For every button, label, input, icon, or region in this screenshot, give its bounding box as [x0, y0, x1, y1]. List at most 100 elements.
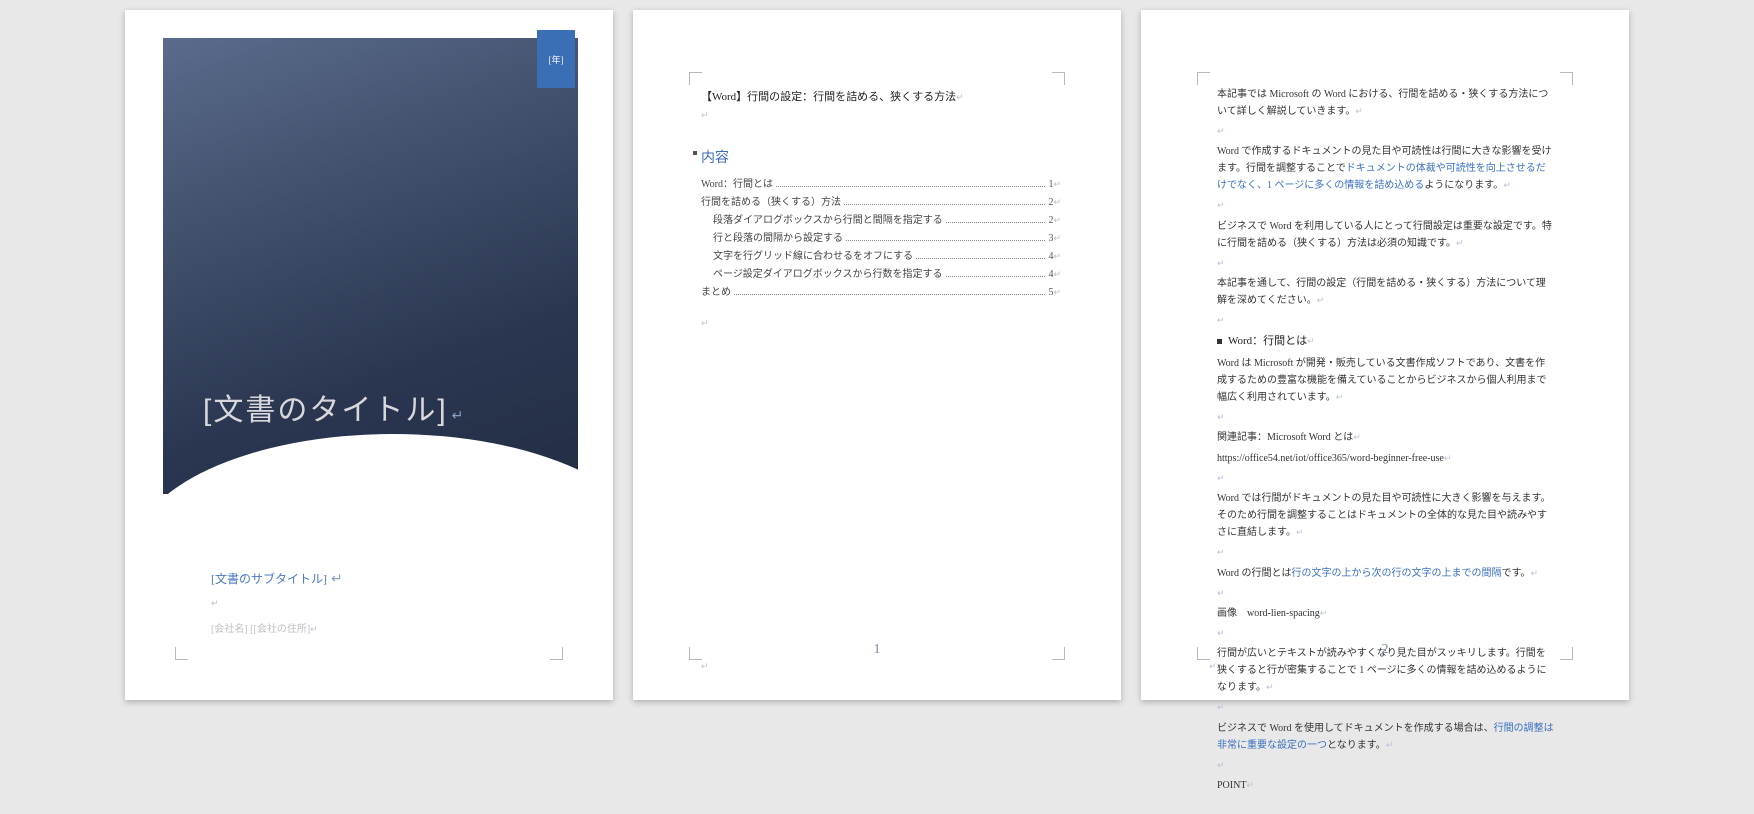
paragraph-mark-icon: ↵: [211, 598, 219, 609]
toc-leader-dots: [916, 258, 1045, 259]
cover-company-text: [会社名] [[会社の住所]: [211, 624, 310, 635]
para: 本記事では Microsoft の Word における、行間を詰める・狭くする方…: [1217, 86, 1555, 120]
page-3-body: 本記事では Microsoft の Word における、行間を詰める・狭くする方…: [1141, 10, 1629, 700]
paragraph-mark-icon: ↵: [1530, 568, 1538, 578]
text: となります。: [1327, 740, 1386, 751]
page2-heading-text: 【Word】行間の設定：行間を詰める、狭くする方法: [701, 91, 956, 103]
toc-entry: 段落ダイアログボックスから行間と間隔を指定する2↵: [701, 211, 1061, 226]
toc-entry-text: まとめ: [701, 283, 731, 298]
text: ようになります。: [1424, 180, 1503, 191]
paragraph-mark-icon: ↵: [956, 92, 964, 102]
toc-entry: ページ設定ダイアログボックスから行数を指定する4↵: [701, 265, 1061, 280]
page-number: 2: [1141, 642, 1629, 658]
para: ビジネスで Word を利用している人にとって行間設定は重要な設定です。特に行間…: [1217, 218, 1555, 252]
text: 本記事では Microsoft の Word における、行間を詰める・狭くする方…: [1217, 89, 1548, 117]
margin-corner-icon: [1560, 72, 1573, 85]
paragraph-mark-icon: ↵: [1320, 608, 1328, 618]
paragraph-mark-icon: ↵: [1217, 545, 1555, 560]
paragraph-mark-icon: ↵: [1217, 586, 1555, 601]
margin-corner-icon: [689, 72, 702, 85]
page-number: 1: [633, 642, 1121, 658]
paragraph-mark-icon: ↵: [1217, 256, 1555, 271]
paragraph-mark-icon: ↵: [1217, 410, 1555, 425]
paragraph-mark-icon: ↵: [701, 661, 709, 672]
toc-entry: 文字を行グリッド線に合わせるをオフにする4↵: [701, 247, 1061, 262]
toc-leader-dots: [846, 240, 1045, 241]
text: 画像 word-lien-spacing: [1217, 608, 1320, 619]
text: です。: [1501, 568, 1530, 579]
heading-text: Word：行間とは: [1228, 335, 1307, 347]
para: POINT↵: [1217, 777, 1555, 794]
toc-entry-text: 文字を行グリッド線に合わせるをオフにする: [713, 247, 913, 262]
cover-company: [会社名] [[会社の住所]↵: [211, 620, 318, 635]
page2-heading: 【Word】行間の設定：行間を詰める、狭くする方法↵: [701, 88, 1061, 104]
text: https://office54.net/iot/office365/word-…: [1217, 453, 1444, 464]
toc-leader-dots: [946, 276, 1046, 277]
para: Word では行間がドキュメントの見た目や可読性に大きく影響を与えます。そのため…: [1217, 490, 1555, 541]
paragraph-mark-icon: ↵: [1456, 238, 1464, 248]
text: Word では行間がドキュメントの見た目や可読性に大きく影響を与えます。そのため…: [1217, 493, 1550, 538]
paragraph-mark-icon: ↵: [1296, 527, 1304, 537]
paragraph-mark-icon: ↵: [1053, 197, 1061, 208]
toc-title: 内容: [701, 147, 1061, 167]
para: ビジネスで Word を使用してドキュメントを作成する場合は、行間の調整は非常に…: [1217, 720, 1555, 754]
paragraph-mark-icon: ↵: [1246, 780, 1254, 790]
paragraph-mark-icon: ↵: [1217, 471, 1555, 486]
text: 関連記事：Microsoft Word とは: [1217, 432, 1353, 443]
toc-entry-text: Word：行間とは: [701, 175, 773, 190]
paragraph-mark-icon: ↵: [1217, 198, 1555, 213]
paragraph-mark-icon: ↵: [1503, 180, 1511, 190]
url-text: https://office54.net/iot/office365/word-…: [1217, 450, 1555, 467]
toc-leader-dots: [844, 204, 1045, 205]
page-1-cover: [年] [文書のタイトル]↵ [文書のサブタイトル]↵ ↵ [会社名] [[会社…: [125, 10, 613, 700]
para: 画像 word-lien-spacing↵: [1217, 605, 1555, 622]
toc-entry: Word：行間とは1↵: [701, 175, 1061, 190]
toc-entry: 行間を詰める（狭くする）方法2↵: [701, 193, 1061, 208]
margin-corner-icon: [175, 647, 188, 660]
text: ビジネスで Word を使用してドキュメントを作成する場合は、: [1217, 723, 1494, 734]
paragraph-mark-icon: ↵: [1217, 313, 1555, 328]
cover-subtitle-text: [文書のサブタイトル]: [211, 572, 327, 586]
paragraph-mark-icon: ↵: [1266, 682, 1274, 692]
toc-entry-text: 行間を詰める（狭くする）方法: [701, 193, 841, 208]
paragraph-mark-icon: ↵: [1355, 106, 1363, 116]
paragraph-mark-icon: ↵: [331, 572, 343, 587]
paragraph-mark-icon: ↵: [452, 407, 466, 423]
toc-entry-text: 行と段落の間隔から設定する: [713, 229, 843, 244]
paragraph-mark-icon: ↵: [1217, 700, 1555, 715]
toc-leader-dots: [946, 222, 1046, 223]
paragraph-mark-icon: ↵: [1053, 233, 1061, 244]
toc-entry: 行と段落の間隔から設定する3↵: [701, 229, 1061, 244]
margin-corner-icon: [1197, 72, 1210, 85]
paragraph-mark-icon: ↵: [1053, 251, 1061, 262]
text: POINT: [1217, 780, 1246, 791]
toc-leader-dots: [776, 186, 1045, 187]
text: Word の行間とは: [1217, 568, 1291, 579]
paragraph-mark-icon: ↵: [1307, 336, 1315, 346]
paragraph-mark-icon: ↵: [1217, 626, 1555, 641]
para: Word の行間とは行の文字の上から次の行の文字の上までの間隔です。↵: [1217, 565, 1555, 582]
paragraph-mark-icon: ↵: [1217, 124, 1555, 139]
highlight-text: 行の文字の上から次の行の文字の上までの間隔: [1291, 568, 1501, 579]
cover-subtitle: [文書のサブタイトル] ↵: [211, 570, 343, 588]
bullet-icon: [1217, 339, 1222, 344]
year-tab: [年]: [537, 30, 575, 88]
para: Word は Microsoft が開発・販売している文書作成ソフトであり、文書…: [1217, 355, 1555, 406]
para: Word で作成するドキュメントの見た目や可読性は行間に大きな影響を受けます。行…: [1217, 143, 1555, 194]
paragraph-mark-icon: ↵: [1217, 758, 1555, 773]
text: Word は Microsoft が開発・販売している文書作成ソフトであり、文書…: [1217, 358, 1547, 403]
paragraph-mark-icon: ↵: [701, 110, 1061, 121]
paragraph-mark-icon: ↵: [310, 624, 318, 634]
cover-title: [文書のタイトル]↵: [203, 385, 465, 429]
page-2-toc: 【Word】行間の設定：行間を詰める、狭くする方法↵ ↵ 内容 Word：行間と…: [633, 10, 1121, 700]
paragraph-mark-icon: ↵: [1209, 661, 1217, 672]
toc-list: Word：行間とは1↵ 行間を詰める（狭くする）方法2↵ 段落ダイアログボックスから…: [701, 175, 1061, 298]
paragraph-mark-icon: ↵: [1386, 740, 1394, 750]
paragraph-mark-icon: ↵: [1053, 179, 1061, 190]
para: 本記事を通して、行間の設定（行間を詰める・狭くする）方法について理解を深めてくだ…: [1217, 275, 1555, 309]
toc-entry-text: 段落ダイアログボックスから行間と間隔を指定する: [713, 211, 943, 226]
paragraph-mark-icon: ↵: [1353, 432, 1361, 442]
anchor-icon: [693, 151, 697, 155]
cover-title-text: [文書のタイトル]: [203, 394, 448, 427]
paragraph-mark-icon: ↵: [701, 318, 1061, 329]
